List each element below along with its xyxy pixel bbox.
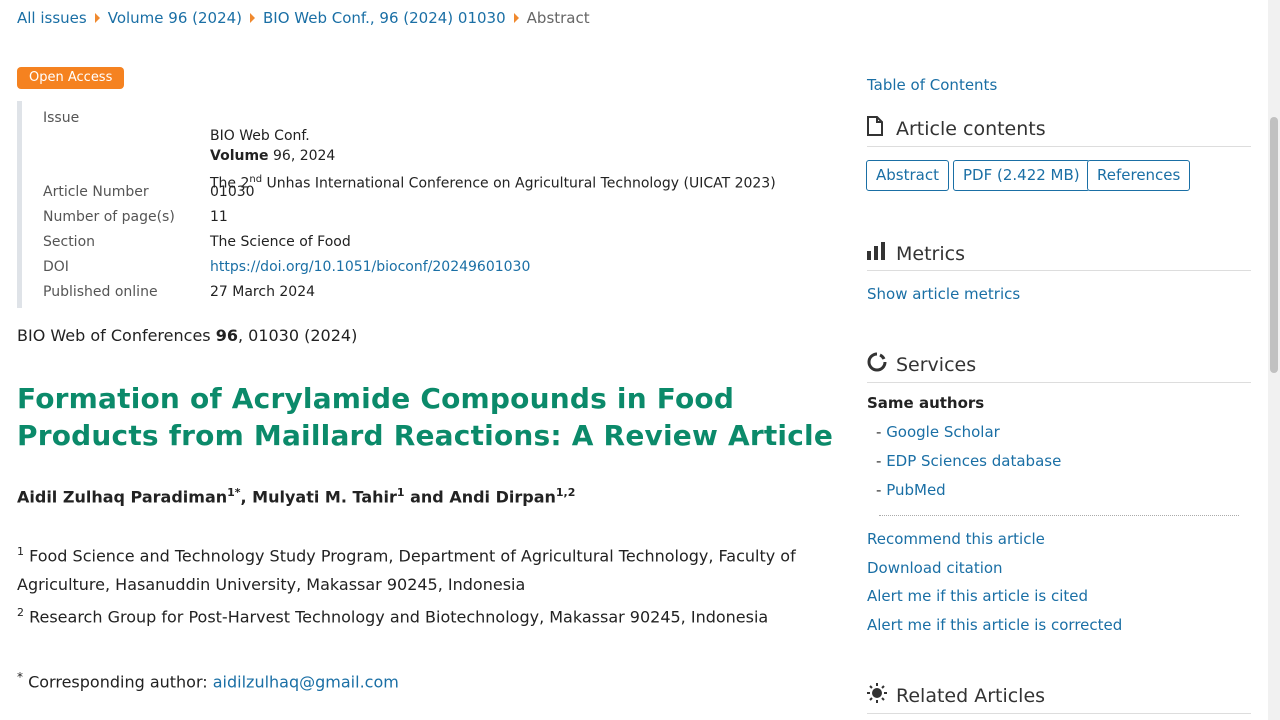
article-contents-title: Article contents xyxy=(896,117,1046,140)
abstract-button[interactable]: Abstract xyxy=(866,160,949,191)
issue-volume-label: Volume xyxy=(210,148,269,164)
alert-corrected-link[interactable]: Alert me if this article is corrected xyxy=(867,616,1122,634)
section-label: Section xyxy=(43,234,96,250)
journal-citation: BIO Web of Conferences 96, 01030 (2024) xyxy=(17,326,357,345)
chevron-right-icon xyxy=(94,13,100,23)
doi-row: DOI https://doi.org/10.1051/bioconf/2024… xyxy=(43,259,530,275)
affiliation-text: Food Science and Technology Study Progra… xyxy=(17,546,796,595)
corresponding-author: * Corresponding author: aidilzulhaq@gmai… xyxy=(17,670,399,691)
citation-rest: , 01030 (2024) xyxy=(237,326,358,345)
metrics-heading: Metrics xyxy=(867,242,1251,271)
breadcrumb-current: Abstract xyxy=(526,9,590,27)
issue-row: Issue BIO Web Conf. Volume 96, 2024 The … xyxy=(43,110,776,192)
references-button[interactable]: References xyxy=(1087,160,1191,191)
download-citation-link[interactable]: Download citation xyxy=(867,559,1003,577)
affiliation-2: 2 Research Group for Post-Harvest Techno… xyxy=(17,598,817,631)
show-article-metrics-link[interactable]: Show article metrics xyxy=(867,285,1020,303)
pubmed-item: - PubMed xyxy=(876,481,946,499)
published-value: 27 March 2024 xyxy=(210,284,316,300)
article-number-row: Article Number 01030 xyxy=(43,184,255,200)
sun-icon xyxy=(867,683,887,708)
author-name[interactable]: , Mulyati M. Tahir xyxy=(241,487,397,506)
pubmed-link[interactable]: PubMed xyxy=(886,481,946,499)
breadcrumb-volume[interactable]: Volume 96 (2024) xyxy=(108,9,242,27)
author-name[interactable]: and Andi Dirpan xyxy=(405,487,556,506)
section-row: Section The Science of Food xyxy=(43,234,351,250)
affiliation-sup: 1 xyxy=(17,545,24,558)
article-contents-heading: Article contents xyxy=(867,116,1251,147)
author-sup: 1 xyxy=(396,486,405,499)
issue-conference: The 2nd Unhas International Conference o… xyxy=(210,170,776,194)
published-label: Published online xyxy=(43,284,158,300)
services-title: Services xyxy=(896,353,977,376)
article-title: Formation of Acrylamide Compounds in Foo… xyxy=(17,382,834,452)
issue-label: Issue xyxy=(43,110,80,126)
same-authors-label: Same authors xyxy=(867,394,985,412)
pages-value: 11 xyxy=(210,209,228,225)
issue-journal: BIO Web Conf. xyxy=(210,128,310,144)
article-number-value: 01030 xyxy=(210,184,255,200)
doi-link[interactable]: https://doi.org/10.1051/bioconf/20249601… xyxy=(210,259,530,275)
citation-journal: BIO Web of Conferences xyxy=(17,326,216,345)
google-scholar-item: - Google Scholar xyxy=(876,423,1000,441)
affiliation-sup: 2 xyxy=(17,606,24,619)
chevron-right-icon xyxy=(513,13,519,23)
breadcrumb-all-issues[interactable]: All issues xyxy=(17,9,87,27)
conf-text-rest: Unhas International Conference on Agricu… xyxy=(262,175,776,192)
edp-database-link[interactable]: EDP Sciences database xyxy=(886,452,1061,470)
table-of-contents-link[interactable]: Table of Contents xyxy=(867,76,997,94)
pdf-button[interactable]: PDF (2.422 MB) xyxy=(953,160,1090,191)
scrollbar-thumb[interactable] xyxy=(1270,117,1278,373)
edp-database-item: - EDP Sciences database xyxy=(876,452,1062,470)
breadcrumb-issue[interactable]: BIO Web Conf., 96 (2024) 01030 xyxy=(263,9,506,27)
google-scholar-link[interactable]: Google Scholar xyxy=(886,423,1000,441)
page-scrollbar[interactable] xyxy=(1268,0,1280,720)
pages-row: Number of page(s) 11 xyxy=(43,209,228,225)
corresponding-email-link[interactable]: aidilzulhaq@gmail.com xyxy=(213,672,399,691)
author-sup: 1* xyxy=(227,486,241,499)
recommend-article-link[interactable]: Recommend this article xyxy=(867,530,1045,548)
issue-volume: Volume 96, 2024 xyxy=(210,146,776,166)
citation-volume: 96 xyxy=(215,326,238,345)
open-access-badge: Open Access xyxy=(17,67,125,89)
divider xyxy=(879,515,1239,516)
breadcrumb: All issues Volume 96 (2024) BIO Web Conf… xyxy=(17,9,590,27)
section-value: The Science of Food xyxy=(210,234,351,250)
affiliation-1: 1 Food Science and Technology Study Prog… xyxy=(17,537,817,599)
author-list: Aidil Zulhaq Paradiman1*, Mulyati M. Tah… xyxy=(17,486,575,506)
related-articles-title: Related Articles xyxy=(896,684,1046,707)
chevron-right-icon xyxy=(250,13,256,23)
metrics-title: Metrics xyxy=(896,242,965,265)
services-icon xyxy=(867,352,887,377)
article-number-label: Article Number xyxy=(43,184,149,200)
doi-label: DOI xyxy=(43,259,69,275)
related-articles-heading: Related Articles xyxy=(867,683,1251,714)
document-icon xyxy=(867,116,887,141)
alert-cited-link[interactable]: Alert me if this article is cited xyxy=(867,587,1088,605)
author-sup: 1,2 xyxy=(555,486,576,499)
affiliation-text: Research Group for Post-Harvest Technolo… xyxy=(24,607,769,627)
bar-chart-icon xyxy=(867,242,887,265)
article-info-box: Issue BIO Web Conf. Volume 96, 2024 The … xyxy=(17,101,782,308)
issue-volume-value: 96, 2024 xyxy=(273,148,336,164)
issue-value: BIO Web Conf. Volume 96, 2024 The 2nd Un… xyxy=(210,126,776,194)
corresponding-label: Corresponding author: xyxy=(23,672,213,692)
author-name[interactable]: Aidil Zulhaq Paradiman xyxy=(17,487,227,506)
pages-label: Number of page(s) xyxy=(43,209,175,225)
services-heading: Services xyxy=(867,352,1251,383)
published-row: Published online 27 March 2024 xyxy=(43,284,315,300)
